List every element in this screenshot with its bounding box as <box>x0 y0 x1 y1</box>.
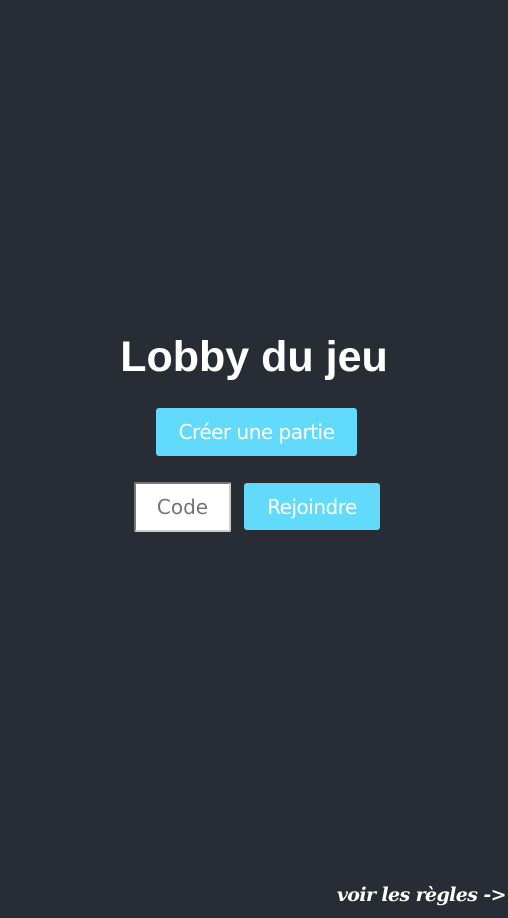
create-game-button[interactable]: Créer une partie <box>156 408 357 456</box>
view-rules-link[interactable]: voir les règles -> <box>336 884 507 906</box>
arrow-right-icon: -> <box>483 884 506 906</box>
join-game-button[interactable]: Rejoindre <box>244 483 380 530</box>
lobby-page: Lobby du jeu Créer une partie Rejoindre … <box>0 0 508 918</box>
rules-link-label: voir les règles <box>336 884 478 906</box>
page-title: Lobby du jeu <box>120 333 388 381</box>
game-code-input[interactable] <box>134 482 231 532</box>
